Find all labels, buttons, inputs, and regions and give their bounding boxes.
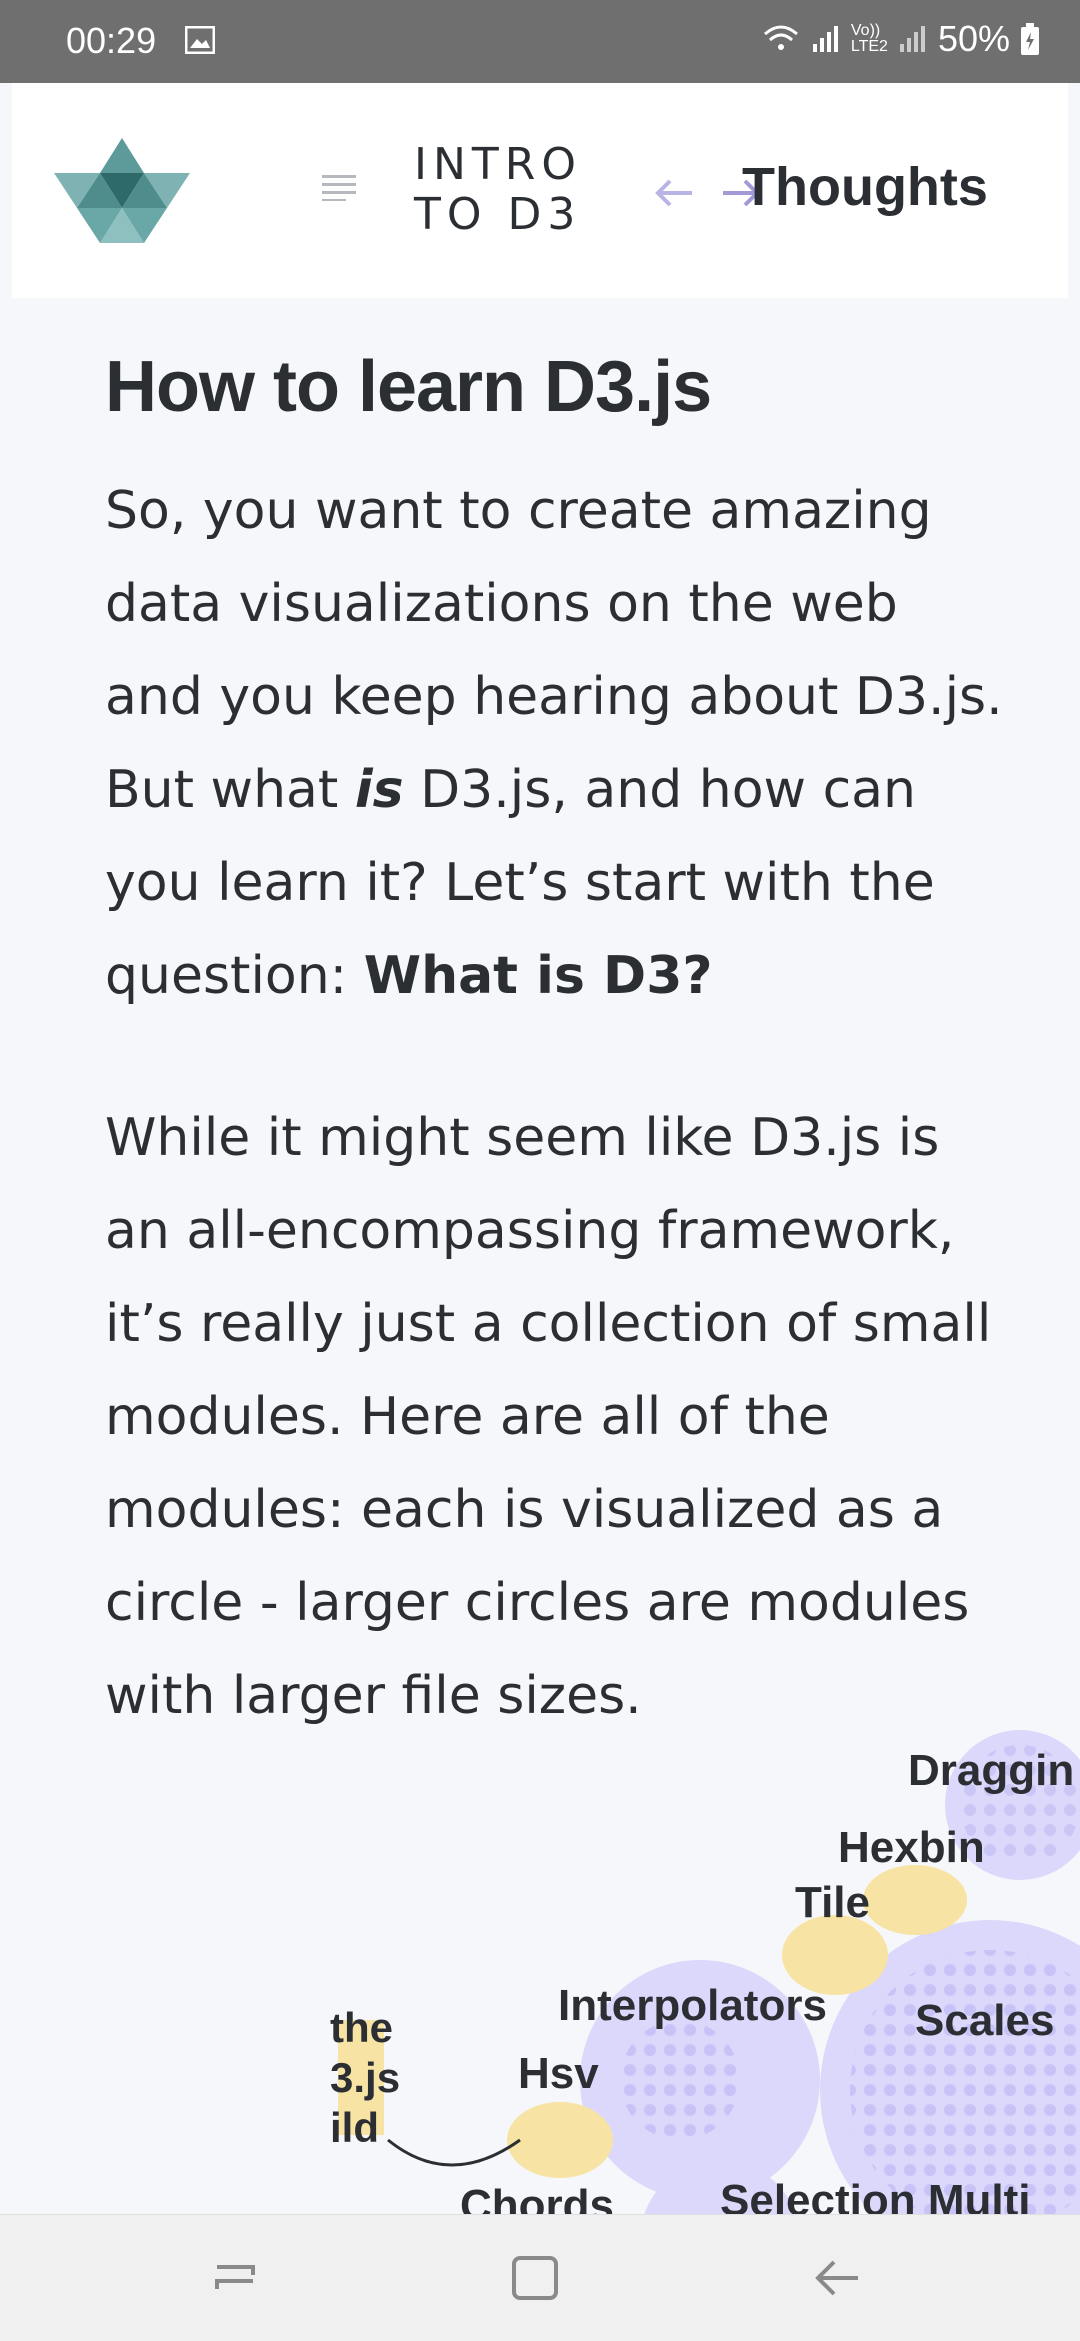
module-circle-hsv[interactable]	[507, 2102, 613, 2178]
system-nav-bar	[0, 2214, 1080, 2341]
label-hexbin: Hexbin	[838, 1823, 985, 1872]
label-build: ild	[330, 2104, 379, 2151]
battery-icon	[1021, 23, 1039, 55]
status-icons: Vo)) LTE2 50%	[761, 18, 1040, 60]
modules-bubble-chart: Draggin Hexbin Tile Interpolators Scales…	[260, 1730, 1080, 2215]
label-selection-multi: Selection Multi	[720, 2176, 1030, 2215]
module-circle-interpolators-dots	[620, 2020, 740, 2140]
battery-percent: 50%	[937, 18, 1010, 59]
label-tile: Tile	[795, 1878, 870, 1927]
label-djs: 3.js	[330, 2054, 400, 2101]
intro-emphasis: is	[354, 760, 404, 820]
network-label: Vo)) LTE2	[850, 22, 888, 55]
back-icon[interactable]	[808, 2253, 868, 2303]
module-link	[387, 2138, 521, 2167]
label-the: the	[330, 2004, 393, 2051]
menu-icon[interactable]	[322, 173, 364, 201]
next-section-link[interactable]: Thoughts	[742, 156, 988, 218]
label-chords: Chords	[460, 2181, 614, 2215]
section-title[interactable]: INTRO TO D3	[414, 140, 582, 240]
image-notification-icon	[185, 26, 215, 54]
modules-paragraph: While it might seem like D3.js is an all…	[105, 1108, 992, 1726]
page-title: How to learn D3.js	[105, 347, 712, 427]
label-hsv: Hsv	[518, 2049, 599, 2098]
signal-2-icon	[899, 26, 925, 52]
site-header: INTRO TO D3 Thoughts	[12, 83, 1068, 298]
section-title-line1: INTRO	[414, 139, 582, 190]
intro-strong: What is D3?	[363, 946, 713, 1006]
signal-icon	[812, 26, 838, 52]
intro-paragraph: So, you want to create amazing data visu…	[105, 465, 1005, 1023]
label-interpolators: Interpolators	[558, 1981, 827, 2030]
article: How to learn D3.js	[105, 340, 1005, 435]
label-scales: Scales	[915, 1996, 1054, 2045]
arrow-left-icon[interactable]	[652, 173, 698, 213]
modules-visualization: Draggin Hexbin Tile Interpolators Scales…	[0, 1720, 1080, 2215]
label-dragging: Draggin	[908, 1746, 1074, 1795]
section-title-line2: TO D3	[414, 189, 582, 240]
status-time: 00:29	[66, 20, 157, 61]
polymer-logo-icon[interactable]	[52, 133, 192, 243]
wifi-icon	[763, 25, 798, 50]
home-icon[interactable]	[505, 2253, 565, 2303]
module-circle-hexbin[interactable]	[863, 1865, 967, 1935]
status-bar: 00:29 Vo)) LTE2 50%	[0, 0, 1080, 83]
recents-icon[interactable]	[205, 2253, 265, 2303]
